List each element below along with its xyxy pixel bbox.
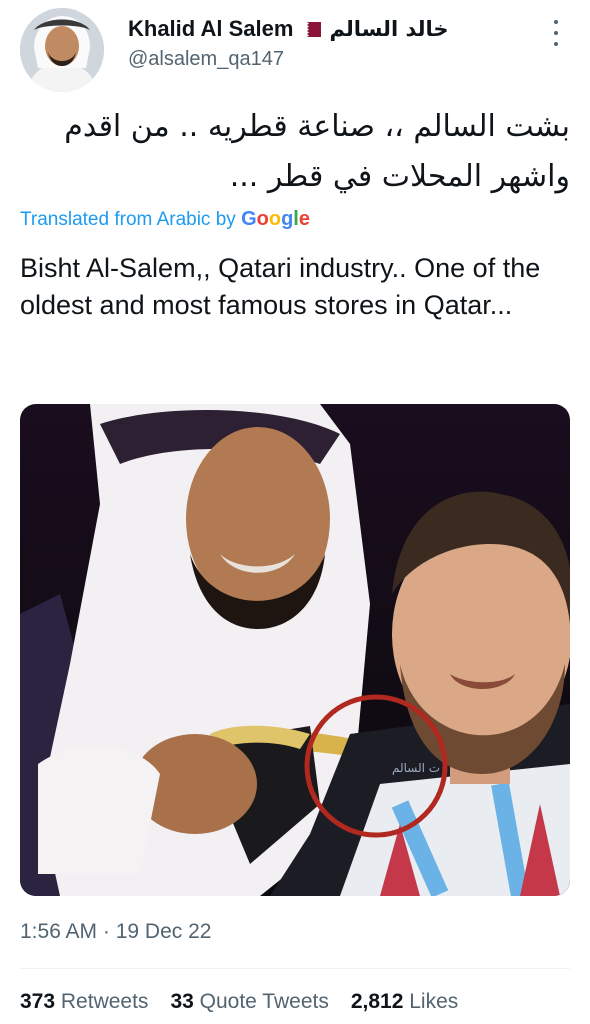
- translated-from-link[interactable]: Translated from Arabic by Google: [20, 208, 310, 231]
- tweet-photo[interactable]: ت السالم: [20, 404, 570, 896]
- display-name-row[interactable]: Khalid Al Salem خالد السالم: [128, 16, 449, 42]
- author-handle[interactable]: @alsalem_qa147: [128, 48, 449, 71]
- tweet-text-arabic: بشت السالم ،، صناعة قطريه .. من اقدم واش…: [20, 102, 570, 202]
- tweet-text-line: واشهر المحلات في قطر ...: [229, 159, 570, 194]
- google-logo: Google: [241, 208, 310, 230]
- avatar[interactable]: [20, 8, 104, 92]
- likes-count: 2,812: [350, 990, 404, 1013]
- dot: [554, 20, 558, 24]
- avatar-image: [20, 8, 104, 92]
- arabic-display-name: خالد السالم: [329, 17, 449, 41]
- qatar-flag-icon: [301, 21, 322, 37]
- quote-tweets-stat[interactable]: 33 Quote Tweets: [170, 990, 328, 1014]
- retweets-stat[interactable]: 373 Retweets: [20, 990, 148, 1014]
- author-info: Khalid Al Salem خالد السالم @alsalem_qa1…: [128, 16, 449, 71]
- retweets-count: 373: [20, 990, 56, 1013]
- likes-stat[interactable]: 2,812 Likes: [351, 990, 458, 1014]
- tweet-text-line: بشت السالم ،، صناعة قطريه .. من اقدم: [64, 109, 570, 144]
- quote-tweets-label: Quote Tweets: [199, 990, 329, 1013]
- divider: [20, 968, 570, 969]
- photo-image: ت السالم: [20, 404, 570, 896]
- quote-tweets-count: 33: [170, 990, 194, 1013]
- translated-label: Translated from Arabic by: [20, 209, 236, 230]
- display-name: Khalid Al Salem: [128, 16, 294, 41]
- more-options-icon[interactable]: [548, 20, 564, 46]
- likes-label: Likes: [409, 990, 459, 1013]
- tweet-translation: Bisht Al-Salem,, Qatari industry.. One o…: [20, 253, 541, 320]
- embroidered-label: ت السالم: [392, 761, 440, 775]
- tweet-stats: 373 Retweets 33 Quote Tweets 2,812 Likes: [20, 990, 458, 1014]
- tweet-timestamp[interactable]: 1:56 AM · 19 Dec 22: [20, 920, 211, 944]
- retweets-label: Retweets: [60, 990, 149, 1013]
- dot: [554, 42, 558, 46]
- tweet-header: Khalid Al Salem خالد السالم @alsalem_qa1…: [20, 8, 570, 92]
- dot: [554, 31, 558, 35]
